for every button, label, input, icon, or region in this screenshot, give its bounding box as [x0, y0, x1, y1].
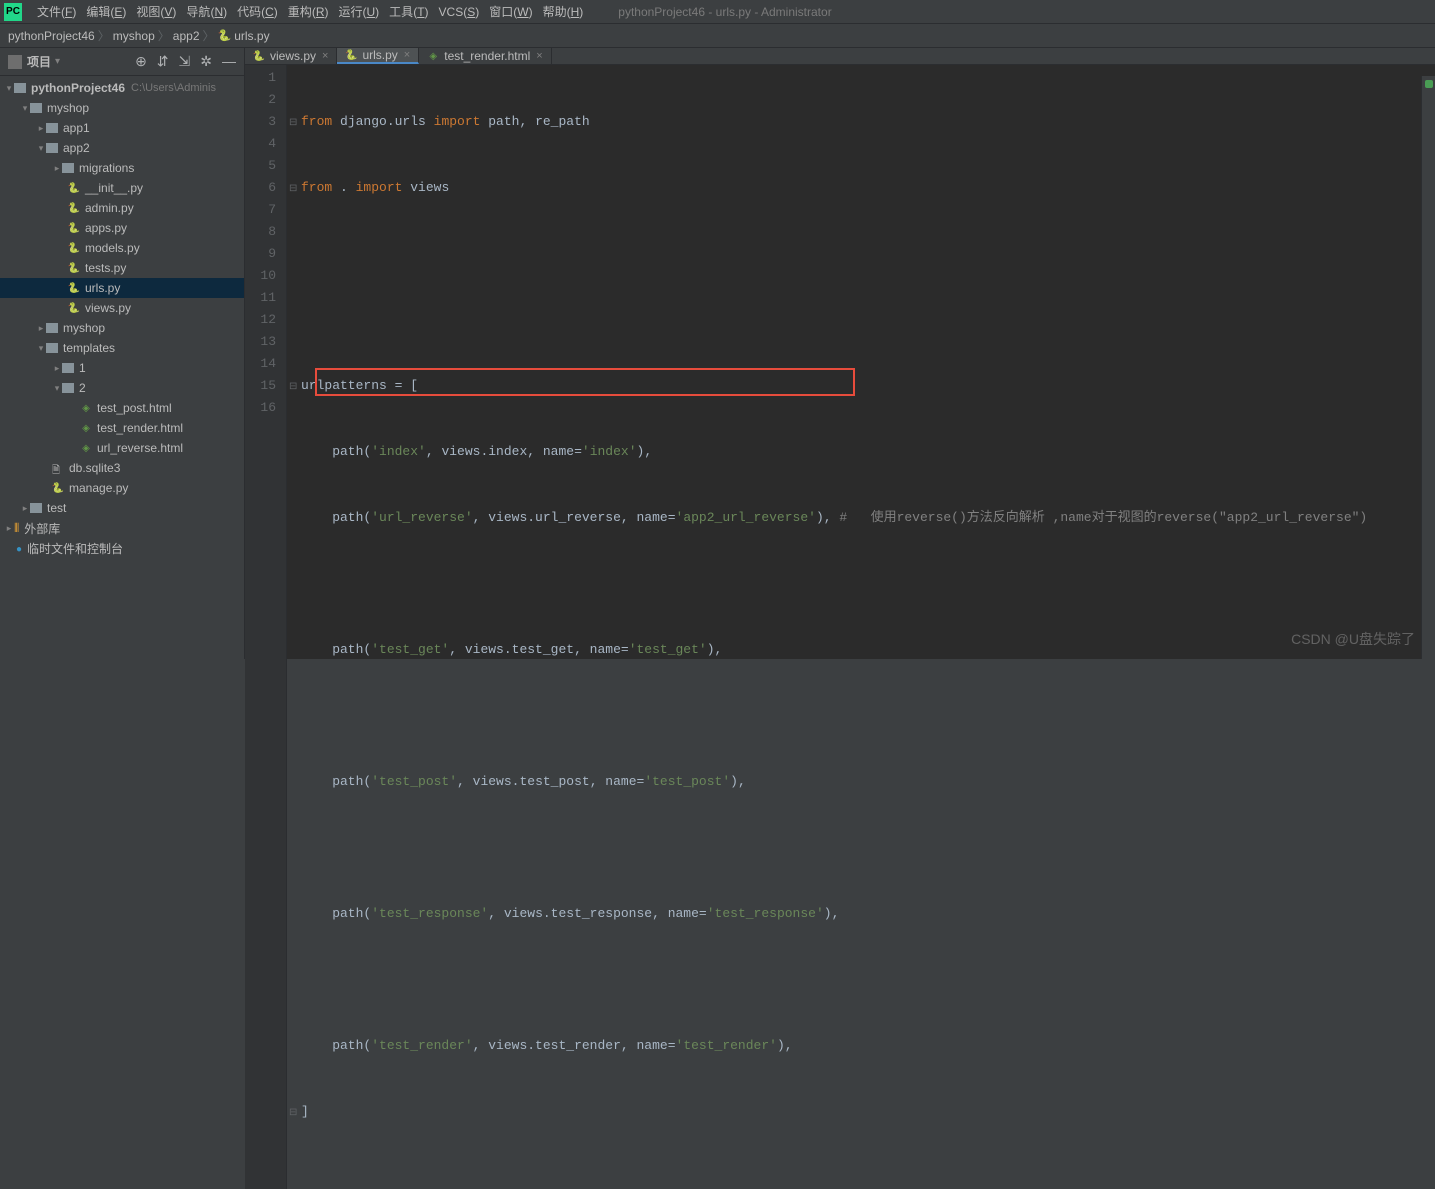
tab-test-render[interactable]: test_render.html× — [419, 48, 551, 64]
menu-view[interactable]: 视图(V) — [131, 1, 181, 22]
breadcrumb-1[interactable]: myshop — [113, 29, 155, 43]
close-icon[interactable]: × — [536, 50, 542, 62]
dropdown-icon[interactable]: ▾ — [55, 56, 60, 67]
editor-scrollbar[interactable] — [1421, 76, 1435, 659]
tree-external-lib[interactable]: ▸外部库 — [0, 518, 244, 538]
app-title: pythonProject46 - urls.py - Administrato… — [618, 5, 831, 19]
watermark: CSDN @U盘失踪了 — [1291, 629, 1415, 649]
tree-views[interactable]: views.py — [0, 298, 244, 318]
tree-models[interactable]: models.py — [0, 238, 244, 258]
status-marker-icon — [1425, 80, 1433, 88]
menu-edit[interactable]: 编辑(E) — [81, 1, 131, 22]
menu-vcs[interactable]: VCS(S) — [434, 3, 485, 21]
menu-window[interactable]: 窗口(W) — [484, 1, 537, 22]
python-icon: 🐍 — [218, 29, 232, 42]
tree-t2[interactable]: ▾2 — [0, 378, 244, 398]
tree-db[interactable]: db.sqlite3 — [0, 458, 244, 478]
settings-icon[interactable]: ✲ — [200, 53, 212, 70]
select-opened-icon[interactable]: ⊕ — [135, 53, 147, 70]
tree-root[interactable]: ▾pythonProject46C:\Users\Adminis — [0, 78, 244, 98]
tree-t1[interactable]: ▸1 — [0, 358, 244, 378]
line-gutter: 1234 5678 9101112 13141516 — [245, 65, 287, 1189]
tree-url-reverse[interactable]: url_reverse.html — [0, 438, 244, 458]
menu-code[interactable]: 代码(C) — [232, 1, 283, 22]
menu-help[interactable]: 帮助(H) — [538, 1, 589, 22]
menu-file[interactable]: 文件(F) — [32, 1, 81, 22]
breadcrumb-bar: pythonProject46〉 myshop〉 app2〉 🐍 urls.py — [0, 24, 1435, 48]
menu-tools[interactable]: 工具(T) — [384, 1, 433, 22]
sidebar-title[interactable]: 项目 — [27, 53, 51, 70]
editor-area: views.py× urls.py× test_render.html× 123… — [245, 48, 1435, 659]
tree-init[interactable]: __init__.py — [0, 178, 244, 198]
menu-run[interactable]: 运行(U) — [333, 1, 384, 22]
tree-tests[interactable]: tests.py — [0, 258, 244, 278]
project-tree[interactable]: ▾pythonProject46C:\Users\Adminis ▾myshop… — [0, 76, 244, 659]
tab-views[interactable]: views.py× — [245, 48, 337, 64]
close-icon[interactable]: × — [404, 49, 410, 61]
tree-scratches[interactable]: 临时文件和控制台 — [0, 538, 244, 558]
collapse-all-icon[interactable]: ⇲ — [179, 53, 191, 70]
tree-test[interactable]: ▸test — [0, 498, 244, 518]
code-editor[interactable]: 1234 5678 9101112 13141516 ⊟from django.… — [245, 65, 1435, 1189]
breadcrumb-root[interactable]: pythonProject46 — [8, 29, 95, 43]
menu-navigate[interactable]: 导航(N) — [181, 1, 232, 22]
tab-urls[interactable]: urls.py× — [337, 48, 419, 64]
app-logo: PC — [4, 3, 22, 21]
tree-apps[interactable]: apps.py — [0, 218, 244, 238]
menu-refactor[interactable]: 重构(R) — [283, 1, 334, 22]
code-content[interactable]: ⊟from django.urls import path, re_path ⊟… — [287, 65, 1435, 1189]
project-sidebar: 项目 ▾ ⊕ ⇵ ⇲ ✲ — ▾pythonProject46C:\Users\… — [0, 48, 245, 659]
breadcrumb-file[interactable]: urls.py — [234, 29, 269, 43]
editor-tabs: views.py× urls.py× test_render.html× — [245, 48, 1435, 65]
tree-myshop2[interactable]: ▸myshop — [0, 318, 244, 338]
tree-test-render[interactable]: test_render.html — [0, 418, 244, 438]
tree-urls[interactable]: urls.py — [0, 278, 244, 298]
hide-icon[interactable]: — — [222, 53, 236, 70]
tree-manage[interactable]: manage.py — [0, 478, 244, 498]
tree-myshop[interactable]: ▾myshop — [0, 98, 244, 118]
tree-test-post[interactable]: test_post.html — [0, 398, 244, 418]
project-tool-icon — [8, 55, 22, 69]
tree-app2[interactable]: ▾app2 — [0, 138, 244, 158]
expand-all-icon[interactable]: ⇵ — [157, 53, 169, 70]
menu-bar: PC 文件(F) 编辑(E) 视图(V) 导航(N) 代码(C) 重构(R) 运… — [0, 0, 1435, 24]
sidebar-header: 项目 ▾ ⊕ ⇵ ⇲ ✲ — — [0, 48, 244, 76]
breadcrumb-2[interactable]: app2 — [173, 29, 200, 43]
close-icon[interactable]: × — [322, 50, 328, 62]
tree-templates[interactable]: ▾templates — [0, 338, 244, 358]
tree-migrations[interactable]: ▸migrations — [0, 158, 244, 178]
tree-app1[interactable]: ▸app1 — [0, 118, 244, 138]
tree-admin[interactable]: admin.py — [0, 198, 244, 218]
